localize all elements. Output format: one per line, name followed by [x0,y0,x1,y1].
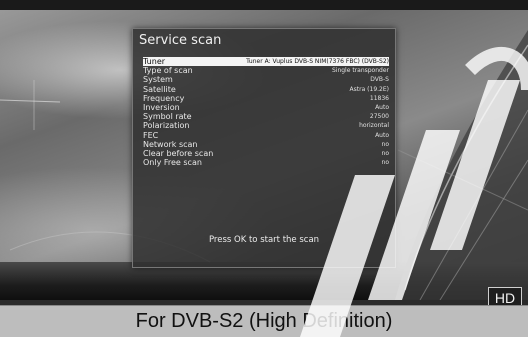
setting-value: Auto [375,131,389,139]
setting-row-frequency[interactable]: Frequency 11836 [143,94,389,103]
setting-value: no [381,140,389,148]
setting-label: Symbol rate [143,112,192,122]
tv-screenshot: Service scan Tuner Tuner A: Vuplus DVB-S… [0,0,528,337]
setting-row-clear-before-scan[interactable]: Clear before scan no [143,149,389,158]
setting-row-network-scan[interactable]: Network scan no [143,140,389,149]
setting-label: Type of scan [143,66,193,76]
setting-value: Single transponder [331,67,389,75]
setting-label: Tuner [143,57,166,67]
setting-value: 11836 [369,94,389,102]
setting-value: Tuner A: Vuplus DVB-S NIM(7376 FBC) (DVB… [246,58,389,66]
setting-row-only-free-scan[interactable]: Only Free scan no [143,158,389,167]
setting-row-inversion[interactable]: Inversion Auto [143,103,389,112]
setting-value: no [381,159,389,167]
settings-list: Tuner Tuner A: Vuplus DVB-S NIM(7376 FBC… [143,57,389,167]
setting-row-type-of-scan[interactable]: Type of scan Single transponder [143,66,389,75]
setting-row-satellite[interactable]: Satellite Astra (19.2E) [143,85,389,94]
setting-row-tuner[interactable]: Tuner Tuner A: Vuplus DVB-S NIM(7376 FBC… [143,57,389,67]
setting-label: Satellite [143,84,176,94]
setting-label: System [143,75,173,85]
setting-row-system[interactable]: System DVB-S [143,75,389,84]
setting-value: no [381,149,389,157]
setting-value: horizontal [359,122,389,130]
setting-value: Auto [375,104,389,112]
setting-label: Polarization [143,121,190,131]
setting-label: Frequency [143,93,185,103]
caption-bar: For DVB-S2 (High Definition) [0,305,528,337]
setting-value: 27500 [369,113,389,121]
setting-value: DVB-S [370,76,389,84]
setting-label: Inversion [143,103,180,113]
dialog-title: Service scan [139,33,222,48]
setting-label: Only Free scan [143,158,202,168]
setting-label: FEC [143,130,159,140]
setting-row-symbol-rate[interactable]: Symbol rate 27500 [143,112,389,121]
service-scan-dialog: Service scan Tuner Tuner A: Vuplus DVB-S… [132,28,396,268]
hd-badge: HD [488,287,522,307]
setting-row-polarization[interactable]: Polarization horizontal [143,121,389,130]
setting-row-fec[interactable]: FEC Auto [143,131,389,140]
setting-value: Astra (19.2E) [349,85,389,93]
setting-label: Clear before scan [143,148,214,158]
setting-label: Network scan [143,139,198,149]
start-scan-hint: Press OK to start the scan [208,235,320,245]
